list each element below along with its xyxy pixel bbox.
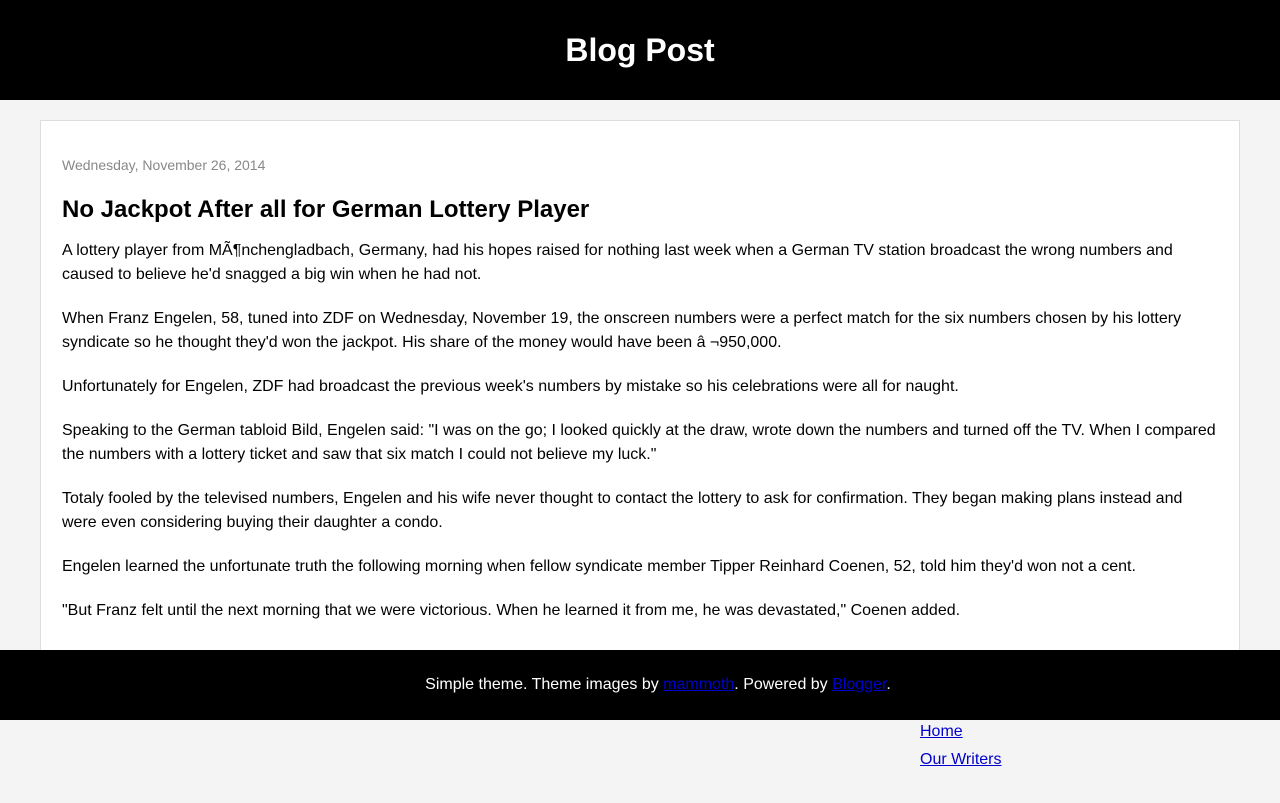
post-card: Wednesday, November 26, 2014 No Jackpot …	[40, 120, 1240, 682]
footer-text-after: .	[886, 676, 891, 693]
footer-attribution: Simple theme. Theme images by mammoth. P…	[425, 676, 891, 694]
post-date: Wednesday, November 26, 2014	[62, 157, 266, 173]
post-body: A lottery player from MÃ¶nchengladbach, …	[62, 239, 1218, 643]
nav-link-home[interactable]: Home	[920, 718, 1001, 746]
post-paragraph: Unfortunately for Engelen, ZDF had broad…	[62, 378, 959, 395]
blogger-link[interactable]: Blogger	[832, 676, 886, 693]
post-paragraph: When Franz Engelen, 58, tuned into ZDF o…	[62, 310, 1182, 351]
post-paragraph: Engelen learned the unfortunate truth th…	[62, 558, 1136, 575]
post-title: No Jackpot After all for German Lottery …	[62, 196, 590, 223]
blog-footer: Simple theme. Theme images by mammoth. P…	[0, 650, 1280, 720]
post-paragraph: "But Franz felt until the next morning t…	[62, 602, 961, 619]
footer-text-before: Simple theme. Theme images by	[425, 676, 664, 693]
blog-title: Blog Post	[565, 31, 715, 68]
mammoth-link[interactable]: mammoth	[663, 676, 734, 693]
pages-nav: Home Our Writers	[920, 718, 1001, 774]
nav-link-our-writers[interactable]: Our Writers	[920, 746, 1001, 774]
footer-text-middle: . Powered by	[734, 676, 833, 693]
post-paragraph: Totaly fooled by the televised numbers, …	[62, 490, 1183, 531]
post-paragraph: Speaking to the German tabloid Bild, Eng…	[62, 422, 1216, 463]
blog-header: Blog Post	[0, 0, 1280, 100]
post-paragraph: A lottery player from MÃ¶nchengladbach, …	[62, 242, 1173, 283]
